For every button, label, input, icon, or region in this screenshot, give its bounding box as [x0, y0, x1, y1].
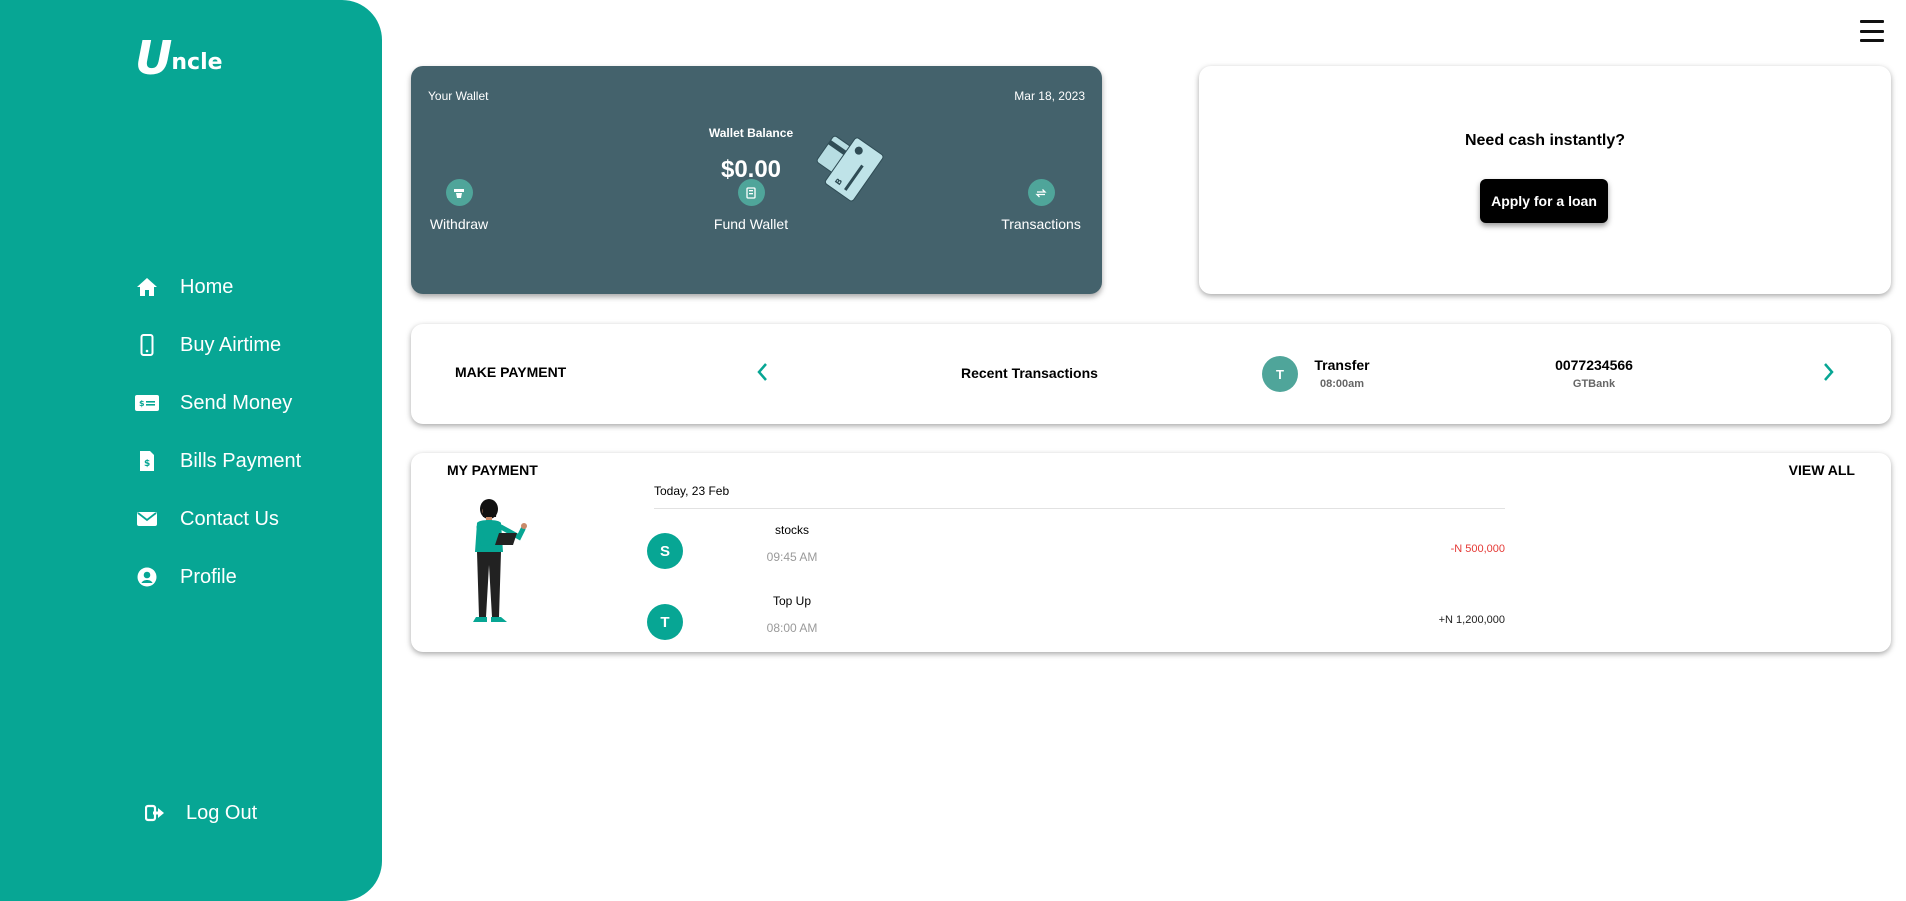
transaction-time: 09:45 AM	[766, 550, 818, 564]
app-logo[interactable]: U ncle	[135, 31, 223, 85]
recent-transaction-type: Transfer	[1314, 357, 1370, 373]
divider	[654, 508, 1505, 509]
fund-icon	[737, 179, 765, 206]
transaction-name: stocks	[774, 523, 809, 537]
withdraw-button[interactable]: Withdraw	[428, 179, 490, 232]
woman-with-laptop-illustration	[461, 497, 533, 627]
transaction-name: Top Up	[772, 594, 812, 608]
logo-text: ncle	[171, 50, 223, 75]
logo-mark: U	[135, 31, 172, 85]
sidebar-item-profile[interactable]: Profile	[134, 548, 374, 606]
menu-icon[interactable]	[1860, 20, 1884, 42]
transactions-icon	[1027, 179, 1055, 206]
credit-cards-illustration: B	[803, 128, 893, 208]
transactions-label: Transactions	[1001, 216, 1081, 232]
sidebar-item-buy-airtime[interactable]: Buy Airtime	[134, 316, 374, 374]
transaction-row[interactable]: S stocks 09:45 AM -N 500,000	[647, 523, 1505, 573]
transaction-amount: +N 1,200,000	[1438, 614, 1505, 626]
loan-question: Need cash instantly?	[1464, 132, 1626, 149]
recent-transaction-account: 0077234566	[1555, 357, 1633, 373]
avatar: S	[647, 533, 683, 569]
wallet-balance-label: Wallet Balance	[708, 126, 794, 140]
sidebar-item-home[interactable]: Home	[134, 258, 374, 316]
view-all-link[interactable]: VIEW ALL	[1789, 462, 1855, 478]
bill-icon: $	[134, 448, 160, 474]
sidebar-item-contact-us[interactable]: Contact Us	[134, 490, 374, 548]
wallet-card: Your Wallet Mar 18, 2023 Wallet Balance …	[411, 66, 1102, 294]
chevron-right-icon[interactable]	[1822, 360, 1836, 389]
sidebar-item-label: Contact Us	[180, 507, 279, 530]
money-icon: $	[134, 390, 160, 416]
home-icon	[134, 274, 160, 300]
logout-icon	[142, 800, 168, 826]
logout-label: Log Out	[186, 801, 258, 824]
logout-button[interactable]: Log Out	[142, 800, 257, 826]
svg-text:$: $	[144, 459, 150, 469]
sidebar: U ncle Home Buy Airtime $ Send Money $ B	[0, 0, 382, 901]
transactions-button[interactable]: Transactions	[995, 179, 1087, 232]
recent-transactions-title: Recent Transactions	[961, 365, 1098, 381]
fund-wallet-label: Fund Wallet	[713, 216, 789, 232]
svg-text:$: $	[139, 399, 145, 408]
make-payment-link[interactable]: MAKE PAYMENT	[455, 364, 566, 380]
sidebar-item-label: Bills Payment	[180, 449, 302, 472]
sidebar-item-label: Profile	[180, 565, 237, 588]
transactions-date-header: Today, 23 Feb	[654, 484, 730, 498]
sidebar-item-send-money[interactable]: $ Send Money	[134, 374, 374, 432]
apply-loan-button[interactable]: Apply for a loan	[1480, 179, 1608, 223]
transaction-time: 08:00 AM	[766, 621, 818, 635]
avatar: T	[647, 604, 683, 640]
loan-card: Need cash instantly? Apply for a loan	[1199, 66, 1891, 294]
transaction-row[interactable]: T Top Up 08:00 AM +N 1,200,000	[647, 594, 1505, 644]
recent-transaction-time: 08:00am	[1319, 378, 1365, 390]
withdraw-icon	[445, 179, 473, 206]
my-payment-title: MY PAYMENT	[447, 462, 538, 478]
avatar: T	[1262, 356, 1298, 392]
sidebar-item-bills-payment[interactable]: $ Bills Payment	[134, 432, 374, 490]
sidebar-item-label: Home	[180, 275, 234, 298]
payment-bar: MAKE PAYMENT Recent Transactions T Trans…	[411, 324, 1891, 424]
sidebar-nav: Home Buy Airtime $ Send Money $ Bills Pa…	[134, 258, 374, 606]
recent-transaction-bank: GTBank	[1572, 378, 1616, 390]
wallet-title: Your Wallet	[428, 89, 489, 103]
user-icon	[134, 564, 160, 590]
chevron-left-icon[interactable]	[755, 360, 769, 389]
wallet-date: Mar 18, 2023	[1014, 89, 1085, 103]
envelope-icon	[134, 506, 160, 532]
transaction-amount: -N 500,000	[1450, 543, 1505, 555]
fund-wallet-button[interactable]: Fund Wallet	[703, 179, 799, 232]
sidebar-item-label: Send Money	[180, 391, 293, 414]
phone-icon	[134, 332, 160, 358]
withdraw-label: Withdraw	[429, 216, 489, 232]
sidebar-item-label: Buy Airtime	[180, 333, 282, 356]
my-payment-card: MY PAYMENT VIEW ALL Today, 23 Feb S stoc…	[411, 453, 1891, 652]
